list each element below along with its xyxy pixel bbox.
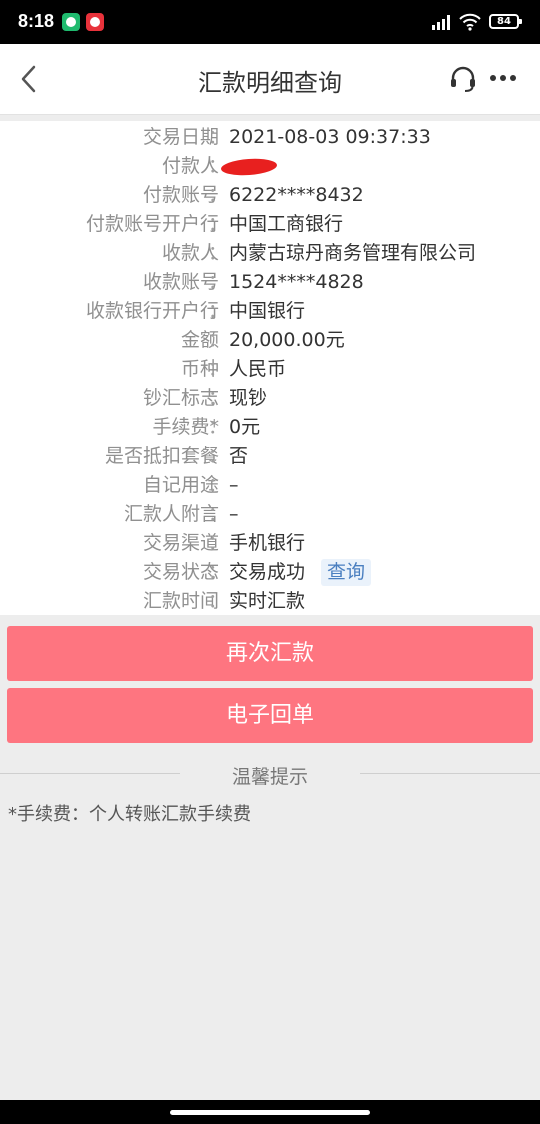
detail-colon: ： — [208, 213, 228, 235]
tips-title: 温馨提示 — [231, 766, 308, 788]
detail-colon: ： — [208, 387, 228, 409]
e-receipt-button[interactable]: 电子回单 — [7, 688, 533, 743]
battery-cap — [519, 19, 522, 24]
detail-colon: ： — [208, 561, 228, 583]
headset-icon[interactable] — [448, 64, 478, 94]
detail-label: 汇款人附言 — [123, 503, 219, 525]
home-indicator[interactable] — [170, 1110, 370, 1115]
detail-colon: ： — [208, 532, 228, 554]
detail-value: 实时汇款 — [229, 590, 306, 612]
detail-value: 1524****4828 — [229, 271, 364, 293]
more-icon[interactable] — [490, 75, 520, 83]
detail-row-amount: 金额 ： 20,000.00元 — [0, 326, 540, 355]
wifi-icon — [459, 13, 481, 31]
detail-row-purpose: 自记用途 ： – — [0, 471, 540, 500]
detail-row-payer-account: 付款账号 ： 6222****8432 — [0, 181, 540, 210]
detail-colon: ： — [208, 445, 228, 467]
detail-row-payer: 付款人 ： — [0, 152, 540, 181]
gesture-bar — [0, 1100, 540, 1124]
detail-colon: ： — [208, 590, 228, 612]
remit-again-button[interactable]: 再次汇款 — [7, 626, 533, 681]
detail-row-payee-account: 收款账号 ： 1524****4828 — [0, 268, 540, 297]
detail-colon: ： — [208, 503, 228, 525]
detail-value: 20,000.00元 — [229, 329, 345, 351]
detail-colon: ： — [208, 126, 228, 148]
query-status-link[interactable]: 查询 — [321, 559, 372, 586]
detail-label: 付款账号开户行 — [85, 213, 219, 235]
detail-value: 交易成功 — [229, 561, 306, 583]
detail-row-currency: 币种 ： 人民币 — [0, 355, 540, 384]
status-bar: 8:18 84 — [0, 0, 540, 44]
header-bar: 汇款明细查询 — [0, 44, 540, 115]
detail-row-payer-bank: 付款账号开户行 ： 中国工商银行 — [0, 210, 540, 239]
detail-value: 现钞 — [229, 387, 268, 409]
detail-value: 6222****8432 — [229, 184, 364, 206]
detail-colon: ： — [208, 242, 228, 264]
detail-value: 中国银行 — [229, 300, 306, 322]
detail-row-status: 交易状态 ： 交易成功 查询 — [0, 558, 540, 587]
detail-row-fee: 手续费* ： 0元 — [0, 413, 540, 442]
detail-row-payee: 收款人 ： 内蒙古琼丹商务管理有限公司 — [0, 239, 540, 268]
detail-row-payee-bank: 收款银行开户行 ： 中国银行 — [0, 297, 540, 326]
detail-row-package-deduct: 是否抵扣套餐 ： 否 — [0, 442, 540, 471]
redaction-mark — [220, 157, 278, 177]
remittance-details: 交易日期 ： 2021-08-03 09:37:33 付款人 ： 付款账号 ： … — [0, 121, 540, 615]
signal-icon — [432, 14, 452, 30]
detail-value: 2021-08-03 09:37:33 — [229, 126, 431, 148]
detail-row-cash-flag: 钞汇标志 ： 现钞 — [0, 384, 540, 413]
detail-value: 中国工商银行 — [229, 213, 344, 235]
detail-value: 0元 — [229, 416, 261, 438]
detail-colon: ： — [208, 416, 228, 438]
detail-value: 人民币 — [229, 358, 287, 380]
tips-text: *手续费：个人转账汇款手续费 — [8, 804, 251, 825]
detail-row-remark: 汇款人附言 ： – — [0, 500, 540, 529]
detail-value: – — [229, 474, 239, 496]
status-time: 8:18 — [18, 11, 55, 31]
detail-row-remit-time: 汇款时间 ： 实时汇款 — [0, 587, 540, 616]
detail-colon: ： — [208, 329, 228, 351]
detail-row-trade-date: 交易日期 ： 2021-08-03 09:37:33 — [0, 123, 540, 152]
detail-label: 是否抵扣套餐 — [104, 445, 219, 467]
red-app-icon — [86, 13, 104, 31]
detail-label: 收款银行开户行 — [85, 300, 219, 322]
detail-value: – — [229, 503, 239, 525]
detail-row-channel: 交易渠道 ： 手机银行 — [0, 529, 540, 558]
detail-colon: ： — [208, 474, 228, 496]
detail-colon: ： — [208, 358, 228, 380]
detail-colon: ： — [208, 184, 228, 206]
detail-colon: ： — [208, 300, 228, 322]
detail-value: 内蒙古琼丹商务管理有限公司 — [229, 242, 477, 264]
detail-value: 否 — [229, 445, 249, 467]
detail-value: 手机银行 — [229, 532, 306, 554]
battery-icon: 84 — [489, 14, 519, 29]
detail-colon: ： — [208, 271, 228, 293]
shield-app-icon — [62, 13, 80, 31]
